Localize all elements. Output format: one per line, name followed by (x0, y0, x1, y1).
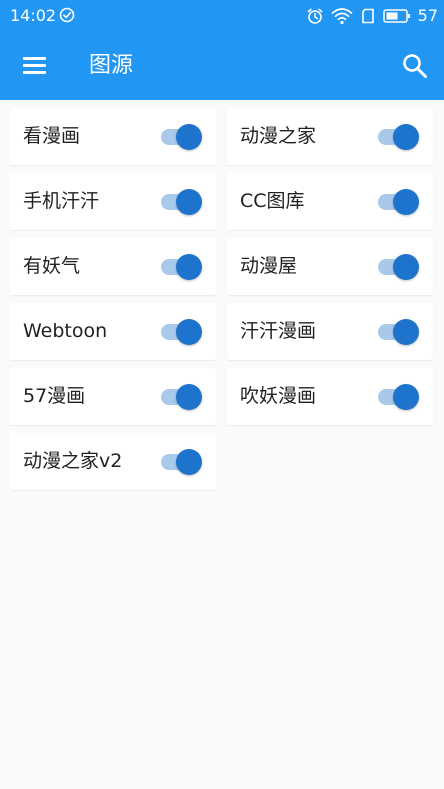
toggle-thumb (176, 189, 202, 215)
source-card: 动漫之家v2 (10, 433, 216, 490)
status-bar: 14:02 57 (0, 0, 444, 33)
source-name: 动漫之家v2 (23, 450, 123, 472)
source-grid: 看漫画 动漫之家 手机汗汗 CC图库 有妖气 动漫屋 Webtoon 汗汗漫画 … (0, 100, 444, 789)
battery-icon (382, 8, 410, 23)
toggle-thumb (176, 254, 202, 280)
source-toggle[interactable] (161, 449, 203, 475)
toggle-thumb (393, 124, 419, 150)
source-name: CC图库 (240, 190, 305, 212)
page-title: 图源 (89, 53, 134, 78)
app-bar: 图源 (0, 33, 444, 100)
source-toggle[interactable] (378, 124, 420, 150)
toggle-thumb (176, 384, 202, 410)
source-card: 吹妖漫画 (227, 368, 433, 425)
source-toggle[interactable] (378, 189, 420, 215)
menu-button[interactable] (20, 53, 50, 79)
source-name: 57漫画 (23, 385, 86, 407)
source-name: 动漫之家 (240, 125, 317, 147)
toggle-thumb (176, 449, 202, 475)
battery-percent: 57 (417, 6, 438, 25)
source-name: 汗汗漫画 (240, 320, 317, 342)
source-toggle[interactable] (378, 254, 420, 280)
source-card: Webtoon (10, 303, 216, 360)
source-toggle[interactable] (161, 189, 203, 215)
menu-icon-bar (23, 71, 46, 74)
search-icon[interactable] (400, 51, 430, 81)
toggle-thumb (393, 189, 419, 215)
source-name: 看漫画 (23, 125, 81, 147)
wifi-icon (331, 7, 352, 24)
source-card: 57漫画 (10, 368, 216, 425)
toggle-thumb (176, 319, 202, 345)
toggle-thumb (393, 319, 419, 345)
menu-icon-bar (23, 57, 46, 60)
toggle-thumb (393, 384, 419, 410)
source-card: 动漫屋 (227, 238, 433, 295)
source-name: 手机汗汗 (23, 190, 100, 212)
toggle-thumb (176, 124, 202, 150)
source-card: 动漫之家 (227, 108, 433, 165)
source-name: Webtoon (23, 320, 108, 342)
check-circle-icon (59, 7, 75, 23)
status-time: 14:02 (10, 6, 57, 25)
source-card: 有妖气 (10, 238, 216, 295)
alarm-icon (307, 8, 322, 24)
source-toggle[interactable] (378, 319, 420, 345)
source-card: 看漫画 (10, 108, 216, 165)
toggle-thumb (393, 254, 419, 280)
source-card: CC图库 (227, 173, 433, 230)
source-toggle[interactable] (161, 254, 203, 280)
source-name: 有妖气 (23, 255, 81, 277)
source-name: 吹妖漫画 (240, 385, 317, 407)
source-name: 动漫屋 (240, 255, 298, 277)
source-toggle[interactable] (161, 124, 203, 150)
source-card: 手机汗汗 (10, 173, 216, 230)
source-toggle[interactable] (378, 384, 420, 410)
sim-card-icon (361, 8, 374, 23)
menu-icon-bar (23, 64, 46, 67)
source-toggle[interactable] (161, 384, 203, 410)
source-card: 汗汗漫画 (227, 303, 433, 360)
source-toggle[interactable] (161, 319, 203, 345)
